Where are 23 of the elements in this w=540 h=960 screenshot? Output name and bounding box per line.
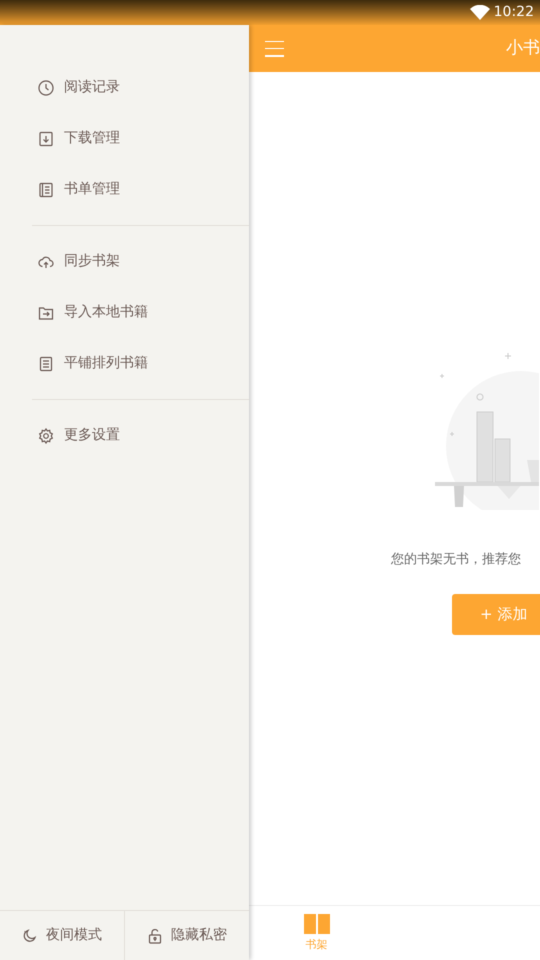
- drawer-item[interactable]: 同步书架: [32, 236, 249, 287]
- drawer-item[interactable]: 更多设置: [32, 410, 249, 461]
- list-icon: [38, 182, 54, 198]
- menu-icon[interactable]: [265, 40, 284, 56]
- drawer-item[interactable]: 平铺排列书籍: [32, 338, 249, 389]
- wifi-icon: [470, 4, 490, 20]
- status-time: 10:22: [494, 3, 534, 22]
- drawer-item[interactable]: 阅读记录: [32, 62, 249, 113]
- settings-icon: [38, 428, 54, 444]
- drawer-item[interactable]: 导入本地书籍: [32, 287, 249, 338]
- app-title: 小书: [506, 36, 540, 60]
- moon-icon: [22, 928, 38, 944]
- empty-message: 您的书架无书，推荐您: [391, 551, 522, 569]
- cloud-icon: [38, 254, 54, 270]
- drawer-item[interactable]: 书单管理: [32, 164, 249, 215]
- drawer-item[interactable]: 下载管理: [32, 113, 249, 164]
- folder-icon: [38, 304, 54, 320]
- book-icon: [304, 912, 330, 935]
- lock-icon: [147, 928, 163, 944]
- clock-icon: [38, 80, 54, 96]
- drawer-footer-button[interactable]: 夜间模式: [0, 911, 124, 960]
- document-icon: [38, 356, 54, 372]
- download-icon: [38, 130, 54, 146]
